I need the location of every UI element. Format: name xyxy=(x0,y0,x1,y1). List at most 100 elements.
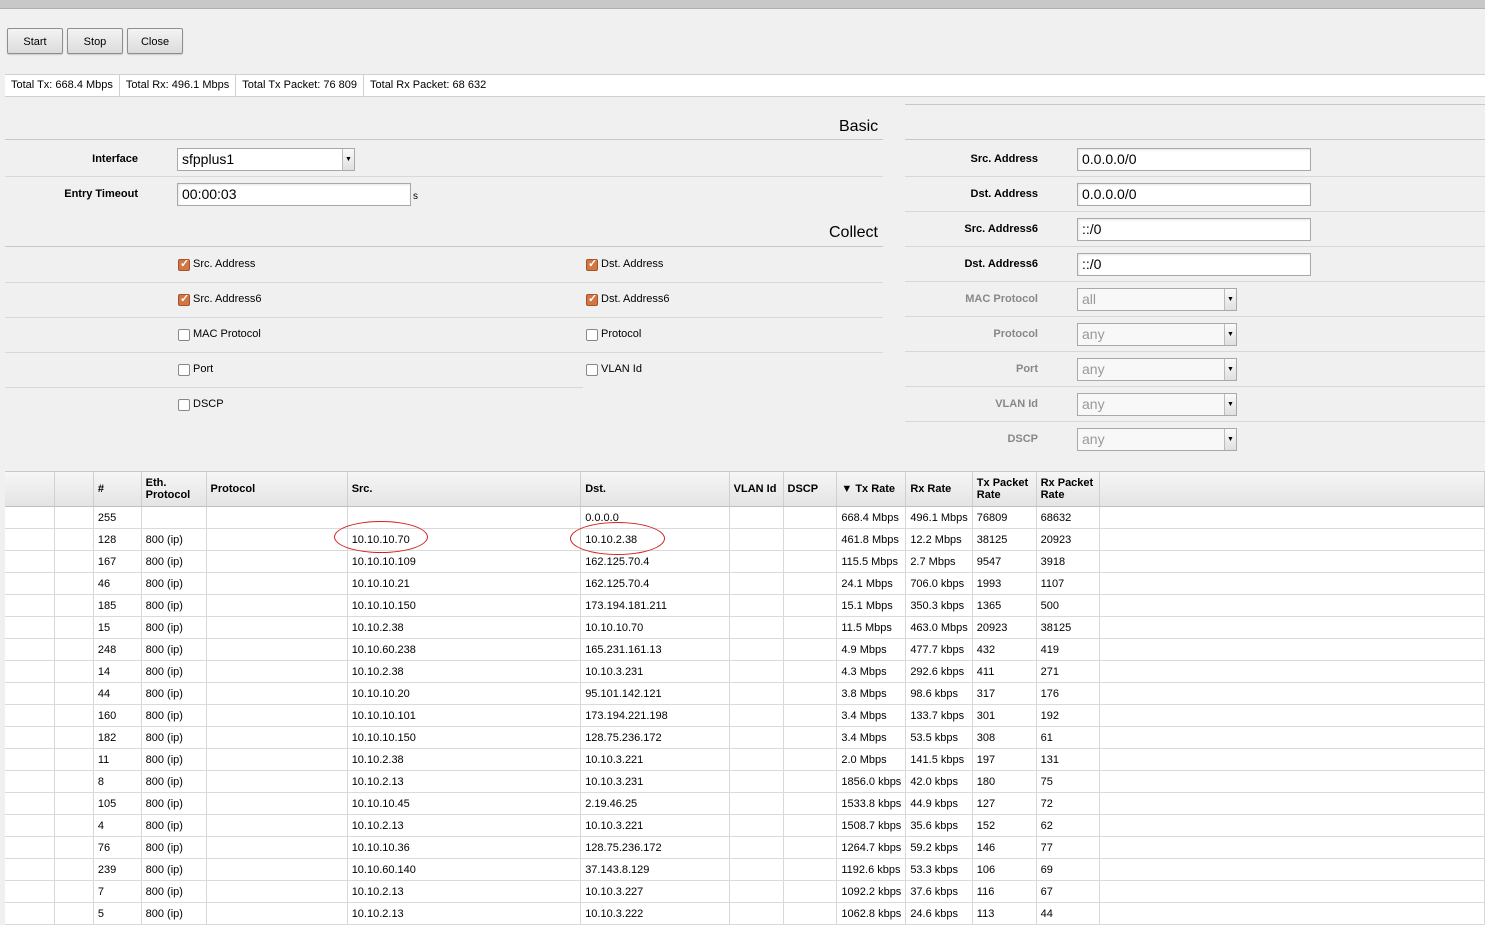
header-id-col[interactable]: # xyxy=(93,472,142,507)
table-row[interactable]: 105 800 (ip) 10.10.10.45 2.19.46.25 1533.8 k… xyxy=(5,792,1485,815)
table-row[interactable]: 44 800 (ip) 10.10.10.20 95.101.142.121 3.8 M… xyxy=(5,682,1485,705)
table-cell: 10.10.3.222 xyxy=(580,902,730,925)
dst-address-input[interactable]: 0.0.0.0/0 xyxy=(1077,183,1311,206)
vlan-id-value: any xyxy=(1082,396,1105,412)
dst-address6-checkbox[interactable] xyxy=(586,292,598,306)
header-eth-protocol-col[interactable]: Eth. Protocol xyxy=(141,472,207,507)
vlan-id-select[interactable]: any ▼ xyxy=(1077,393,1237,416)
header-protocol-col[interactable]: Protocol xyxy=(206,472,348,507)
table-cell xyxy=(206,814,348,837)
table-cell: 152 xyxy=(972,814,1037,837)
table-row[interactable]: 239 800 (ip) 10.10.60.140 37.143.8.129 1192.… xyxy=(5,858,1485,881)
stop-button[interactable]: Stop xyxy=(67,28,123,54)
header-src-col[interactable]: Src. xyxy=(347,472,582,507)
table-cell xyxy=(1099,594,1485,617)
table-row[interactable]: 5 800 (ip) 10.10.2.13 10.10.3.222 1062.8 kbp… xyxy=(5,902,1485,925)
header-select-col[interactable] xyxy=(5,472,56,507)
table-cell xyxy=(783,528,838,551)
table-cell: 800 (ip) xyxy=(141,572,207,595)
header-rx-rate-col[interactable]: Rx Rate xyxy=(905,472,973,507)
src-address6-input[interactable]: ::/0 xyxy=(1077,218,1311,241)
table-cell xyxy=(783,858,838,881)
table-cell xyxy=(206,858,348,881)
dscp-value: any xyxy=(1082,431,1105,447)
table-cell: 38125 xyxy=(1036,616,1101,639)
table-row[interactable]: 11 800 (ip) 10.10.2.38 10.10.3.221 2.0 Mbps 1… xyxy=(5,748,1485,771)
table-row[interactable]: 255 0.0.0.0 668.4 Mbps 496.1 Mbps 76809 68632 xyxy=(5,506,1485,529)
table-cell xyxy=(729,726,784,749)
table-cell xyxy=(783,594,838,617)
table-cell xyxy=(206,638,348,661)
table-cell: 10.10.2.13 xyxy=(347,880,582,903)
header-tx-rate-col[interactable]: ▼ Tx Rate xyxy=(836,472,907,507)
table-cell xyxy=(783,902,838,925)
mac-protocol-checkbox[interactable] xyxy=(178,329,190,341)
dst-address-checkbox[interactable] xyxy=(586,257,598,271)
table-row[interactable]: 4 800 (ip) 10.10.2.13 10.10.3.221 1508.7 kbp… xyxy=(5,814,1485,837)
vlan-id-checkbox[interactable] xyxy=(586,364,598,376)
header-dst-col[interactable]: Dst. xyxy=(580,472,730,507)
table-row[interactable]: 128 800 (ip) 10.10.10.70 10.10.2.38 461.8 Mb… xyxy=(5,528,1485,551)
table-cell xyxy=(54,550,94,573)
table-cell: 3.4 Mbps xyxy=(836,726,907,749)
dscp-label: DSCP xyxy=(1007,433,1038,445)
table-row[interactable]: 76 800 (ip) 10.10.10.36 128.75.236.172 1264.… xyxy=(5,836,1485,859)
table-cell: 68632 xyxy=(1036,506,1101,529)
table-cell: 141.5 kbps xyxy=(905,748,973,771)
table-cell: 24.6 kbps xyxy=(905,902,973,925)
entry-timeout-input[interactable]: 00:00:03 xyxy=(177,183,411,206)
dscp-select[interactable]: any ▼ xyxy=(1077,428,1237,451)
protocol-checkbox[interactable] xyxy=(586,329,598,341)
table-row[interactable]: 160 800 (ip) 10.10.10.101 173.194.221.198 3.… xyxy=(5,704,1485,727)
protocol-select[interactable]: any ▼ xyxy=(1077,323,1237,346)
src-address6-checkbox[interactable] xyxy=(178,292,190,306)
row-divider xyxy=(905,386,1485,387)
close-button[interactable]: Close xyxy=(127,28,183,54)
table-row[interactable]: 8 800 (ip) 10.10.2.13 10.10.3.231 1856.0 kbp… xyxy=(5,770,1485,793)
dscp-checkbox[interactable] xyxy=(178,399,190,411)
table-cell xyxy=(783,748,838,771)
header-tx-packet-rate-col[interactable]: Tx Packet Rate xyxy=(972,472,1037,507)
table-cell: 800 (ip) xyxy=(141,528,207,551)
dst-address6-input[interactable]: ::/0 xyxy=(1077,253,1311,276)
table-cell xyxy=(54,506,94,529)
table-cell: 248 xyxy=(93,638,142,661)
row-divider xyxy=(905,281,1485,282)
table-cell: 2.19.46.25 xyxy=(580,792,730,815)
start-button[interactable]: Start xyxy=(7,28,63,54)
table-row[interactable]: 185 800 (ip) 10.10.10.150 173.194.181.211 15… xyxy=(5,594,1485,617)
table-cell: 127 xyxy=(972,792,1037,815)
table-cell xyxy=(1099,770,1485,793)
table-cell: 128.75.236.172 xyxy=(580,726,730,749)
interface-select[interactable]: sfpplus1 ▼ xyxy=(177,148,355,171)
header-dscp-col[interactable]: DSCP xyxy=(783,472,838,507)
table-cell xyxy=(783,836,838,859)
table-cell: 292.6 kbps xyxy=(905,660,973,683)
table-cell: 44.9 kbps xyxy=(905,792,973,815)
right-top-divider xyxy=(905,104,1485,105)
table-cell: 239 xyxy=(93,858,142,881)
port-checkbox[interactable] xyxy=(178,364,190,376)
table-cell xyxy=(729,594,784,617)
header-flag-col[interactable] xyxy=(54,472,94,507)
header-vlan-id-col[interactable]: VLAN Id xyxy=(729,472,784,507)
table-cell: 133.7 kbps xyxy=(905,704,973,727)
mac-protocol-select[interactable]: all ▼ xyxy=(1077,288,1237,311)
table-row[interactable]: 7 800 (ip) 10.10.2.13 10.10.3.227 1092.2 kbp… xyxy=(5,880,1485,903)
table-row[interactable]: 248 800 (ip) 10.10.60.238 165.231.161.13 4.9… xyxy=(5,638,1485,661)
table-row[interactable]: 167 800 (ip) 10.10.10.109 162.125.70.4 115.5… xyxy=(5,550,1485,573)
table-cell xyxy=(783,880,838,903)
table-row[interactable]: 15 800 (ip) 10.10.2.38 10.10.10.70 11.5 Mbps… xyxy=(5,616,1485,639)
table-cell: 185 xyxy=(93,594,142,617)
table-cell: 180 xyxy=(972,770,1037,793)
total-rx: Total Rx: 496.1 Mbps xyxy=(120,75,237,96)
header-rx-packet-rate-col[interactable]: Rx Packet Rate xyxy=(1036,472,1101,507)
table-row[interactable]: 46 800 (ip) 10.10.10.21 162.125.70.4 24.1 Mb… xyxy=(5,572,1485,595)
src-address-checkbox[interactable] xyxy=(178,257,190,271)
table-cell: 800 (ip) xyxy=(141,550,207,573)
table-row[interactable]: 182 800 (ip) 10.10.10.150 128.75.236.172 3.4… xyxy=(5,726,1485,749)
table-cell xyxy=(5,770,56,793)
table-row[interactable]: 14 800 (ip) 10.10.2.38 10.10.3.231 4.3 Mbps 2… xyxy=(5,660,1485,683)
port-select[interactable]: any ▼ xyxy=(1077,358,1237,381)
src-address-input[interactable]: 0.0.0.0/0 xyxy=(1077,148,1311,171)
